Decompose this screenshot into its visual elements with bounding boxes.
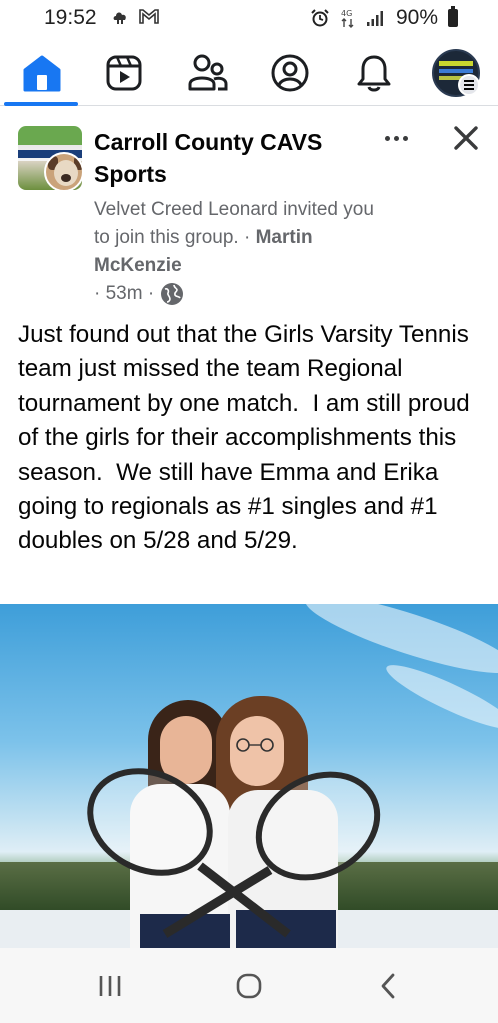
nav-profile-tab[interactable] (260, 48, 320, 98)
more-options-button[interactable] (378, 126, 414, 150)
home-icon (23, 55, 61, 92)
system-status-icons: 4G 90% (310, 6, 458, 30)
notification-icons (112, 7, 160, 25)
battery-percent: 90% (395, 6, 438, 29)
nav-watch-tab[interactable] (94, 48, 154, 98)
top-nav-bar (0, 40, 498, 106)
data-icon: 4G (341, 9, 354, 28)
recents-button[interactable] (80, 968, 140, 1004)
menu-hamburger-icon[interactable] (458, 74, 480, 96)
close-button[interactable] (448, 120, 484, 156)
profile-icon (271, 54, 309, 92)
nav-home-tab[interactable] (12, 48, 72, 98)
back-icon (381, 973, 395, 999)
post-photo[interactable] (0, 604, 498, 948)
post-body-text: Just found out that the Girls Varsity Te… (18, 321, 477, 555)
user-avatar[interactable] (44, 152, 84, 192)
post-header: Carroll County CAVS Sports Velvet Creed … (0, 106, 498, 306)
nav-notifications-tab[interactable] (344, 48, 404, 98)
nav-friends-tab[interactable] (178, 48, 238, 98)
system-nav-bar (0, 948, 498, 1023)
invite-text: Velvet Creed Leonard invited you to join… (94, 199, 374, 248)
alarm-icon (311, 9, 329, 27)
cloud-icon (113, 12, 126, 24)
recents-icon (99, 976, 121, 996)
post-meta: Velvet Creed Leonard invited you to join… (94, 196, 384, 308)
bell-icon (357, 55, 391, 92)
home-circle-icon (236, 973, 262, 999)
status-time: 19:52 (44, 6, 97, 29)
video-icon (106, 55, 142, 91)
globe-icon (161, 283, 184, 305)
group-name-link[interactable]: Carroll County CAVS Sports (94, 126, 364, 190)
post-time[interactable]: · 53m · (94, 280, 154, 308)
friends-icon (188, 54, 228, 91)
home-button[interactable] (219, 968, 279, 1004)
back-button[interactable] (358, 968, 418, 1004)
gmail-icon (139, 9, 159, 24)
svg-text:4G: 4G (341, 9, 352, 18)
close-icon (454, 126, 478, 150)
status-bar: 19:52 4G 90% (0, 0, 498, 40)
signal-icon (366, 11, 383, 26)
battery-icon (448, 6, 458, 27)
